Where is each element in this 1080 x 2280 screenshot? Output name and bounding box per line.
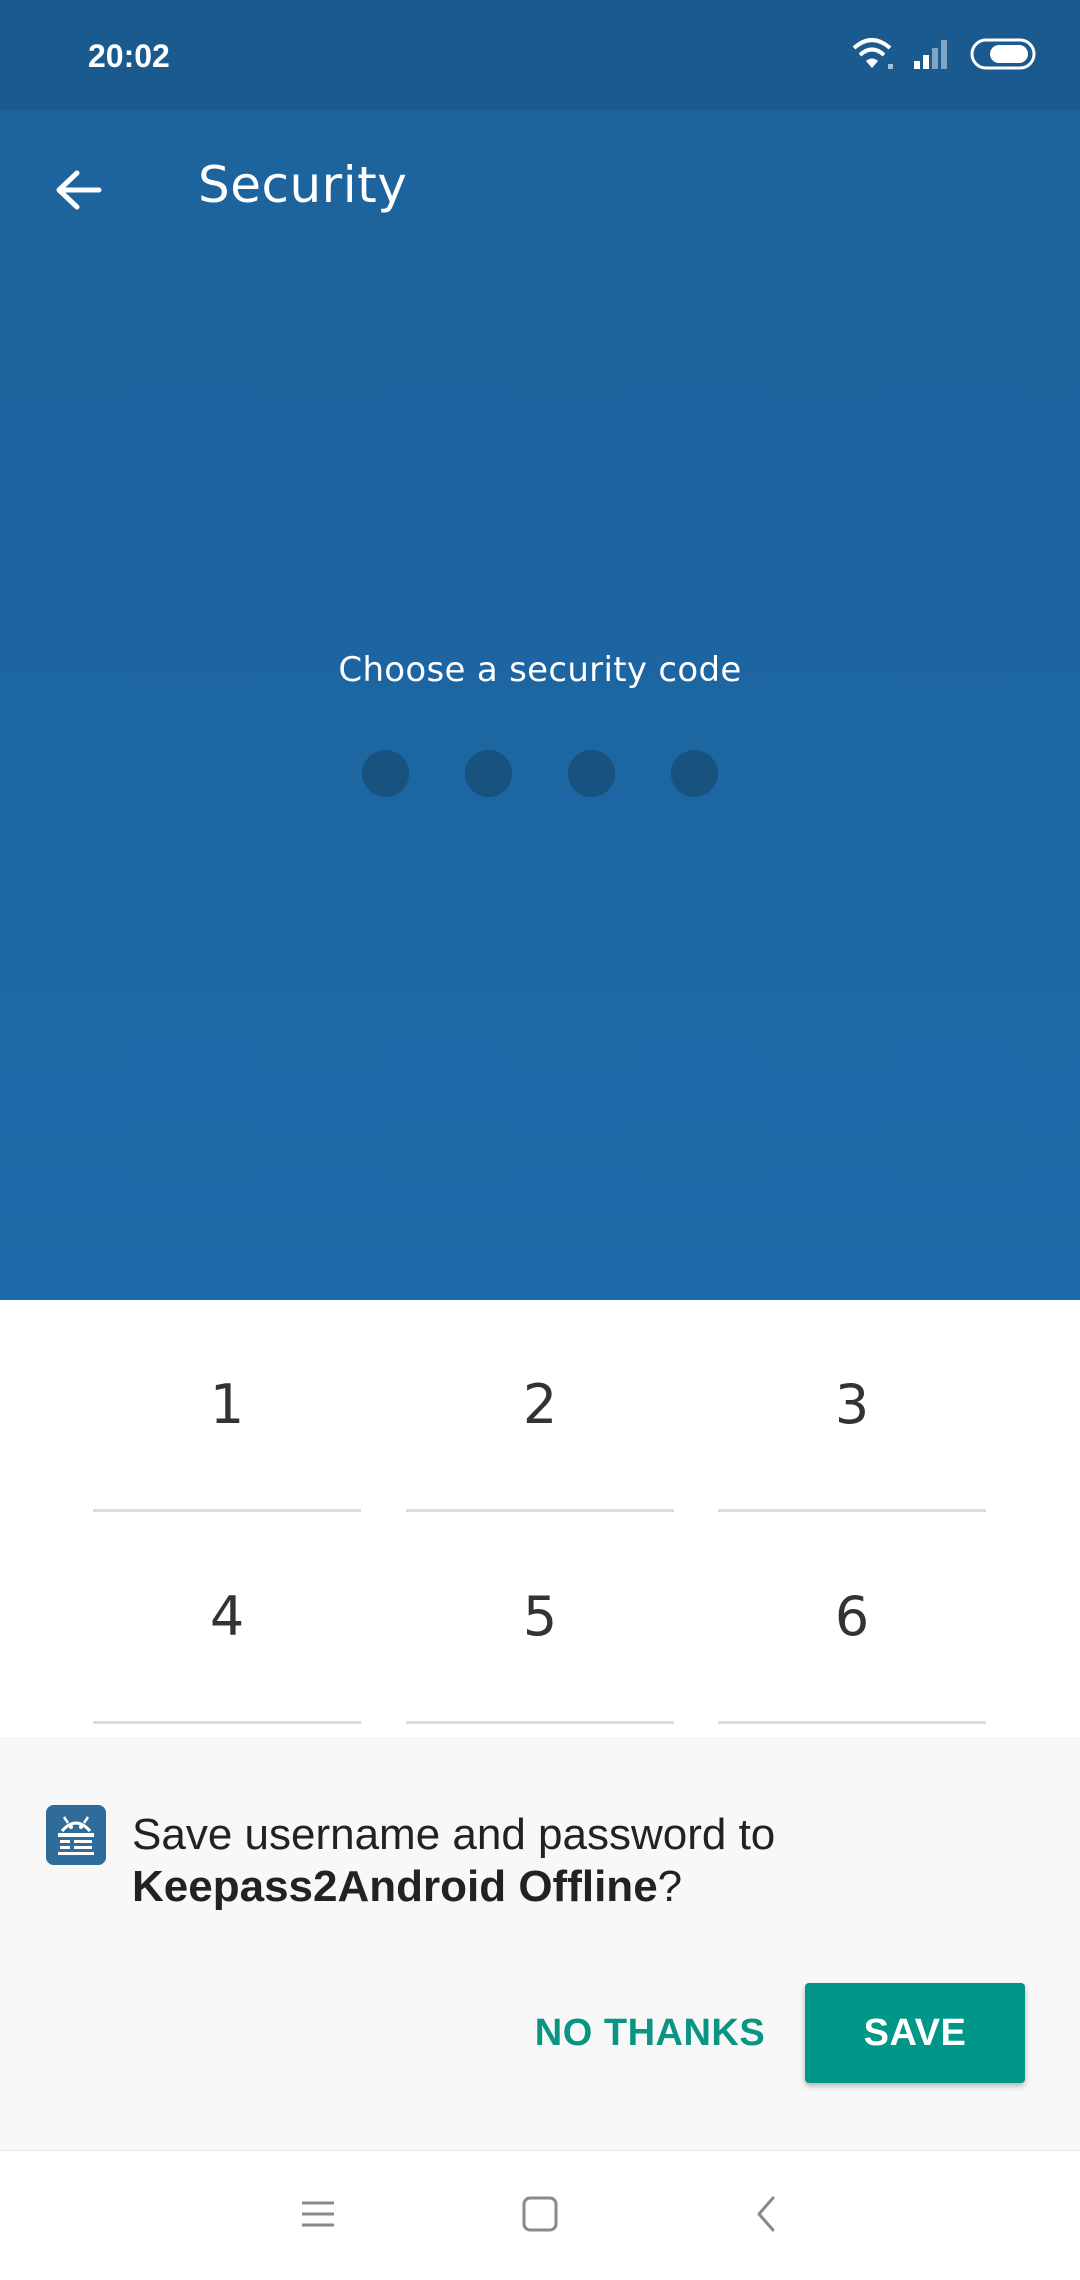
pin-dot [362,750,409,797]
wifi-icon [850,36,894,77]
screen: 20:02 Security Choose a security code 1 … [0,0,1080,2280]
home-icon [520,2194,560,2239]
key-2[interactable]: 2 [406,1300,674,1508]
menu-icon [298,2197,338,2236]
key-divider [93,1721,361,1724]
save-button[interactable]: SAVE [805,1983,1025,2083]
menu-button[interactable] [278,2181,358,2251]
system-back-button[interactable] [726,2181,806,2251]
keepass2android-icon [46,1805,106,1865]
pin-indicator [0,750,1080,797]
key-divider [406,1721,674,1724]
autofill-save-dialog: Save username and password to Keepass2An… [0,1738,1080,2151]
arrow-left-icon [53,168,103,217]
battery-icon [970,37,1040,76]
back-icon [751,2194,781,2239]
key-5[interactable]: 5 [406,1512,674,1720]
key-6[interactable]: 6 [718,1512,986,1720]
no-thanks-button[interactable]: NO THANKS [530,1983,770,2083]
back-button[interactable] [40,154,116,230]
page-title: Security [198,156,408,214]
autofill-message-prefix: Save username and password to [132,1810,776,1859]
status-time: 20:02 [88,38,170,74]
toolbar: Security [0,110,1080,270]
key-1[interactable]: 1 [93,1300,361,1508]
key-divider [718,1721,986,1724]
pin-dot [671,750,718,797]
pin-dot [465,750,512,797]
status-icons [850,36,1040,76]
autofill-app-name: Keepass2Android Offline [132,1862,658,1911]
signal-icon [912,37,952,76]
key-3[interactable]: 3 [718,1300,986,1508]
pin-dot [568,750,615,797]
security-header: Security Choose a security code [0,110,1080,1300]
pin-prompt: Choose a security code [338,650,742,690]
autofill-message-suffix: ? [657,1862,683,1911]
status-bar: 20:02 [0,0,1080,110]
home-button[interactable] [500,2181,580,2251]
key-4[interactable]: 4 [93,1512,361,1720]
keypad: 1 2 3 4 5 6 [0,1300,1080,1740]
navigation-bar [0,2150,1080,2280]
autofill-message: Save username and password to Keepass2An… [132,1809,1012,1913]
